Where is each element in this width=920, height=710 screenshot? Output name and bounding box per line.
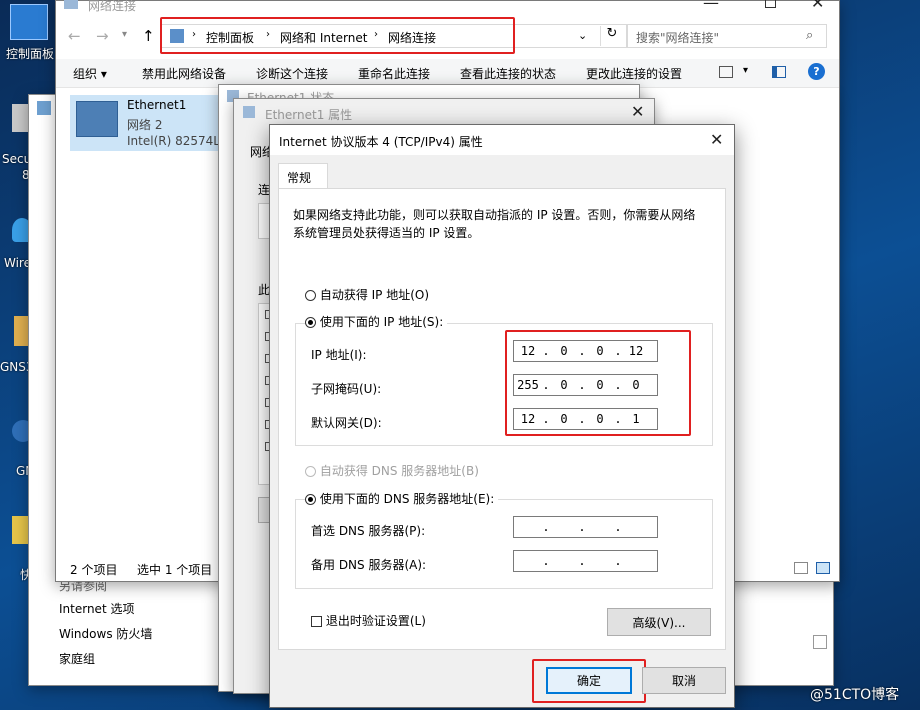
- validate-label: 退出时验证设置(L): [325, 614, 426, 628]
- description-text: 如果网络支持此功能，则可以获取自动指派的 IP 设置。否则，你需要从网络系统管理…: [293, 208, 696, 240]
- validate-settings-option[interactable]: 退出时验证设置(L): [311, 612, 426, 629]
- close-button[interactable]: ✕: [811, 0, 824, 11]
- details-view-icon[interactable]: [794, 562, 808, 574]
- auto-ip-label: 自动获得 IP 地址(O): [319, 288, 430, 302]
- search-input[interactable]: 搜索"网络连接": [636, 29, 719, 46]
- highlight-ok-button: [532, 659, 646, 703]
- close-button[interactable]: ✕: [631, 104, 644, 120]
- view-chevron-icon[interactable]: ▾: [743, 65, 748, 76]
- maximize-button[interactable]: [765, 0, 776, 8]
- advanced-button[interactable]: 高级(V)...: [607, 608, 711, 636]
- radio-selected-icon: [305, 317, 316, 328]
- checkbox-icon: [311, 616, 322, 627]
- recent-chevron-icon[interactable]: ▾: [122, 29, 127, 40]
- subnet-mask-label: 子网掩码(U):: [311, 382, 382, 396]
- refresh-icon[interactable]: ↻: [600, 26, 623, 46]
- item-network: 网络 2: [127, 118, 163, 132]
- auto-dns-option: 自动获得 DNS 服务器地址(B): [305, 462, 479, 479]
- search-icon[interactable]: ⌕: [806, 28, 813, 43]
- window-title: 网络连接: [88, 0, 137, 13]
- change-settings-button[interactable]: 更改此连接的设置: [586, 65, 682, 82]
- rename-button[interactable]: 重命名此连接: [358, 65, 430, 82]
- up-arrow-icon[interactable]: ↑: [142, 27, 155, 45]
- manual-ip-option[interactable]: 使用下面的 IP 地址(S):: [305, 313, 448, 330]
- preview-pane-icon[interactable]: [772, 66, 786, 78]
- forward-arrow-icon[interactable]: →: [96, 27, 109, 45]
- highlight-ip-fields: [505, 330, 691, 436]
- general-tab[interactable]: 常规: [278, 163, 328, 189]
- ipv4-properties-dialog: Internet 协议版本 4 (TCP/IPv4) 属性 ✕ 常规 如果网络支…: [269, 124, 735, 708]
- desktop-icon-label[interactable]: Wire: [4, 256, 31, 270]
- search-box[interactable]: 搜索"网络连接" ⌕: [627, 24, 827, 48]
- ip-address-label: IP 地址(I):: [311, 348, 367, 362]
- desktop-icon-label[interactable]: Secu: [2, 152, 31, 166]
- watermark: @51CTO博客: [810, 687, 900, 703]
- manual-dns-group: [295, 499, 713, 589]
- highlight-breadcrumb: [160, 17, 515, 54]
- organize-label: 组织: [73, 67, 98, 81]
- preferred-dns-label: 首选 DNS 服务器(P):: [311, 524, 426, 538]
- close-button[interactable]: ✕: [710, 132, 723, 148]
- control-panel-small-icon: [37, 101, 51, 115]
- network-small-icon: [243, 106, 255, 118]
- network-folder-icon: [64, 0, 78, 9]
- network-adapter-icon: [76, 101, 118, 137]
- control-panel-icon[interactable]: [10, 4, 48, 40]
- large-icons-view-icon[interactable]: [816, 562, 830, 574]
- view-status-button[interactable]: 查看此连接的状态: [460, 65, 556, 82]
- preferred-dns-field[interactable]: . . .: [513, 516, 658, 538]
- view-icon[interactable]: [813, 635, 827, 649]
- properties-window-title: Ethernet1 属性: [265, 108, 353, 122]
- address-dropdown-icon[interactable]: ⌄: [578, 29, 587, 42]
- radio-selected-icon: [305, 494, 316, 505]
- radio-disabled-icon: [305, 466, 316, 477]
- item-name: Ethernet1: [127, 98, 187, 112]
- internet-options-link[interactable]: Internet 选项: [59, 600, 134, 617]
- auto-dns-label: 自动获得 DNS 服务器地址(B): [319, 464, 479, 478]
- manual-dns-option[interactable]: 使用下面的 DNS 服务器地址(E):: [305, 490, 499, 507]
- back-arrow-icon[interactable]: ←: [68, 27, 81, 45]
- organize-button[interactable]: 组织 ▾: [73, 65, 107, 82]
- auto-ip-option[interactable]: 自动获得 IP 地址(O): [305, 286, 429, 303]
- desktop-icon-label[interactable]: 控制面板: [6, 45, 54, 62]
- diagnose-button[interactable]: 诊断这个连接: [256, 65, 328, 82]
- manual-dns-label: 使用下面的 DNS 服务器地址(E):: [319, 492, 495, 506]
- cancel-button[interactable]: 取消: [642, 667, 726, 694]
- help-icon[interactable]: ?: [808, 63, 825, 80]
- general-tab-page: 如果网络支持此功能，则可以获取自动指派的 IP 设置。否则，你需要从网络系统管理…: [278, 188, 726, 650]
- default-gateway-label: 默认网关(D):: [311, 416, 382, 430]
- manual-ip-label: 使用下面的 IP 地址(S):: [319, 315, 444, 329]
- chevron-down-icon: ▾: [100, 67, 107, 81]
- disable-device-button[interactable]: 禁用此网络设备: [142, 65, 226, 82]
- windows-firewall-link[interactable]: Windows 防火墙: [59, 625, 152, 642]
- item-count: 2 个项目: [70, 563, 118, 577]
- selected-count: 选中 1 个项目: [137, 563, 213, 577]
- homegroup-link[interactable]: 家庭组: [59, 650, 95, 667]
- dialog-title: Internet 协议版本 4 (TCP/IPv4) 属性: [279, 135, 483, 149]
- alternate-dns-label: 备用 DNS 服务器(A):: [311, 558, 427, 572]
- general-tab-label: 常规: [287, 171, 312, 185]
- alternate-dns-field[interactable]: . . .: [513, 550, 658, 572]
- view-options-icon[interactable]: [719, 66, 733, 78]
- minimize-button[interactable]: —: [703, 0, 719, 11]
- radio-icon: [305, 290, 316, 301]
